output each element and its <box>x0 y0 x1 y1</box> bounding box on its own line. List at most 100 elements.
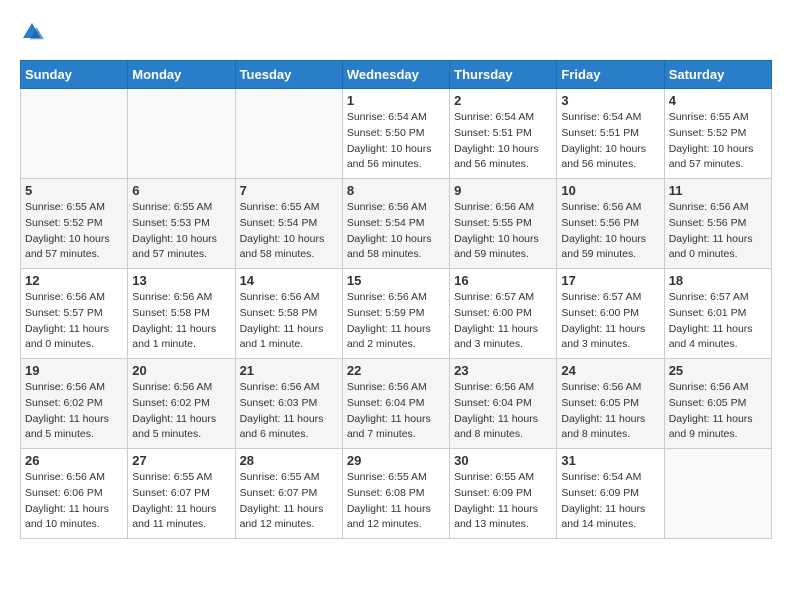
day-info: Sunrise: 6:56 AMSunset: 6:02 PMDaylight:… <box>132 380 230 443</box>
header-cell-wednesday: Wednesday <box>342 61 449 89</box>
week-row-3: 12 Sunrise: 6:56 AMSunset: 5:57 PMDayligh… <box>21 269 772 359</box>
day-number: 13 <box>132 273 230 288</box>
day-info: Sunrise: 6:54 AMSunset: 5:51 PMDaylight:… <box>454 110 552 173</box>
day-cell: 22 Sunrise: 6:56 AMSunset: 6:04 PMDayligh… <box>342 359 449 449</box>
day-info: Sunrise: 6:56 AMSunset: 6:05 PMDaylight:… <box>561 380 659 443</box>
day-info: Sunrise: 6:54 AMSunset: 6:09 PMDaylight:… <box>561 470 659 533</box>
header-cell-friday: Friday <box>557 61 664 89</box>
day-number: 10 <box>561 183 659 198</box>
day-cell: 2 Sunrise: 6:54 AMSunset: 5:51 PMDaylight… <box>450 89 557 179</box>
day-number: 18 <box>669 273 767 288</box>
day-cell: 24 Sunrise: 6:56 AMSunset: 6:05 PMDayligh… <box>557 359 664 449</box>
day-cell: 9Sunrise: 6:56 AMSunset: 5:55 PMDaylight… <box>450 179 557 269</box>
day-cell: 13Sunrise: 6:56 AMSunset: 5:58 PMDayligh… <box>128 269 235 359</box>
day-cell: 21 Sunrise: 6:56 AMSunset: 6:03 PMDayligh… <box>235 359 342 449</box>
day-info: Sunrise: 6:56 AMSunset: 6:02 PMDaylight:… <box>25 380 123 443</box>
week-row-4: 19 Sunrise: 6:56 AMSunset: 6:02 PMDayligh… <box>21 359 772 449</box>
day-info: Sunrise: 6:56 AMSunset: 5:56 PMDaylight:… <box>669 200 767 263</box>
day-cell: 28Sunrise: 6:55 AMSunset: 6:07 PMDayligh… <box>235 449 342 539</box>
day-number: 26 <box>25 453 123 468</box>
header-cell-tuesday: Tuesday <box>235 61 342 89</box>
day-cell: 31 Sunrise: 6:54 AMSunset: 6:09 PMDayligh… <box>557 449 664 539</box>
day-cell: 16 Sunrise: 6:57 AMSunset: 6:00 PMDayligh… <box>450 269 557 359</box>
day-info: Sunrise: 6:54 AMSunset: 5:50 PMDaylight:… <box>347 110 445 173</box>
day-number: 24 <box>561 363 659 378</box>
header-cell-sunday: Sunday <box>21 61 128 89</box>
day-info: Sunrise: 6:56 AMSunset: 6:06 PMDaylight:… <box>25 470 123 533</box>
day-cell: 17 Sunrise: 6:57 AMSunset: 6:00 PMDayligh… <box>557 269 664 359</box>
day-cell: 11 Sunrise: 6:56 AMSunset: 5:56 PMDayligh… <box>664 179 771 269</box>
day-info: Sunrise: 6:56 AMSunset: 5:54 PMDaylight:… <box>347 200 445 263</box>
day-info: Sunrise: 6:56 AMSunset: 6:04 PMDaylight:… <box>454 380 552 443</box>
day-info: Sunrise: 6:55 AMSunset: 5:52 PMDaylight:… <box>669 110 767 173</box>
day-info: Sunrise: 6:57 AMSunset: 6:00 PMDaylight:… <box>561 290 659 353</box>
day-cell: 14 Sunrise: 6:56 AMSunset: 5:58 PMDayligh… <box>235 269 342 359</box>
day-info: Sunrise: 6:55 AMSunset: 5:52 PMDaylight:… <box>25 200 123 263</box>
header-cell-thursday: Thursday <box>450 61 557 89</box>
day-cell <box>235 89 342 179</box>
page-header <box>20 20 772 44</box>
day-cell: 25 Sunrise: 6:56 AMSunset: 6:05 PMDayligh… <box>664 359 771 449</box>
day-info: Sunrise: 6:55 AMSunset: 6:08 PMDaylight:… <box>347 470 445 533</box>
day-cell: 4 Sunrise: 6:55 AMSunset: 5:52 PMDaylight… <box>664 89 771 179</box>
day-info: Sunrise: 6:55 AMSunset: 6:07 PMDaylight:… <box>240 470 338 533</box>
day-number: 3 <box>561 93 659 108</box>
day-info: Sunrise: 6:56 AMSunset: 5:58 PMDaylight:… <box>240 290 338 353</box>
day-info: Sunrise: 6:55 AMSunset: 5:53 PMDaylight:… <box>132 200 230 263</box>
calendar-table: SundayMondayTuesdayWednesdayThursdayFrid… <box>20 60 772 539</box>
day-number: 1 <box>347 93 445 108</box>
day-cell: 5 Sunrise: 6:55 AMSunset: 5:52 PMDaylight… <box>21 179 128 269</box>
day-number: 15 <box>347 273 445 288</box>
day-cell: 1 Sunrise: 6:54 AMSunset: 5:50 PMDaylight… <box>342 89 449 179</box>
day-info: Sunrise: 6:56 AMSunset: 5:56 PMDaylight:… <box>561 200 659 263</box>
day-cell: 19 Sunrise: 6:56 AMSunset: 6:02 PMDayligh… <box>21 359 128 449</box>
week-row-1: 1 Sunrise: 6:54 AMSunset: 5:50 PMDaylight… <box>21 89 772 179</box>
day-number: 5 <box>25 183 123 198</box>
day-cell <box>664 449 771 539</box>
header-row: SundayMondayTuesdayWednesdayThursdayFrid… <box>21 61 772 89</box>
day-number: 4 <box>669 93 767 108</box>
week-row-2: 5 Sunrise: 6:55 AMSunset: 5:52 PMDaylight… <box>21 179 772 269</box>
day-cell: 23 Sunrise: 6:56 AMSunset: 6:04 PMDayligh… <box>450 359 557 449</box>
day-number: 2 <box>454 93 552 108</box>
day-number: 27 <box>132 453 230 468</box>
week-row-5: 26 Sunrise: 6:56 AMSunset: 6:06 PMDayligh… <box>21 449 772 539</box>
day-info: Sunrise: 6:57 AMSunset: 6:00 PMDaylight:… <box>454 290 552 353</box>
logo-icon <box>20 20 44 44</box>
day-number: 17 <box>561 273 659 288</box>
day-number: 29 <box>347 453 445 468</box>
day-cell: 7 Sunrise: 6:55 AMSunset: 5:54 PMDaylight… <box>235 179 342 269</box>
day-info: Sunrise: 6:56 AMSunset: 6:03 PMDaylight:… <box>240 380 338 443</box>
day-info: Sunrise: 6:56 AMSunset: 5:57 PMDaylight:… <box>25 290 123 353</box>
day-number: 21 <box>240 363 338 378</box>
day-cell: 18 Sunrise: 6:57 AMSunset: 6:01 PMDayligh… <box>664 269 771 359</box>
day-number: 9 <box>454 183 552 198</box>
day-info: Sunrise: 6:55 AMSunset: 6:09 PMDaylight:… <box>454 470 552 533</box>
day-number: 25 <box>669 363 767 378</box>
day-cell: 3 Sunrise: 6:54 AMSunset: 5:51 PMDaylight… <box>557 89 664 179</box>
day-cell: 8 Sunrise: 6:56 AMSunset: 5:54 PMDaylight… <box>342 179 449 269</box>
day-info: Sunrise: 6:55 AMSunset: 5:54 PMDaylight:… <box>240 200 338 263</box>
day-cell: 26 Sunrise: 6:56 AMSunset: 6:06 PMDayligh… <box>21 449 128 539</box>
day-number: 30 <box>454 453 552 468</box>
day-number: 19 <box>25 363 123 378</box>
day-number: 22 <box>347 363 445 378</box>
day-info: Sunrise: 6:54 AMSunset: 5:51 PMDaylight:… <box>561 110 659 173</box>
day-number: 8 <box>347 183 445 198</box>
day-cell: 29 Sunrise: 6:55 AMSunset: 6:08 PMDayligh… <box>342 449 449 539</box>
day-number: 14 <box>240 273 338 288</box>
day-number: 16 <box>454 273 552 288</box>
day-cell: 27Sunrise: 6:55 AMSunset: 6:07 PMDayligh… <box>128 449 235 539</box>
header-cell-saturday: Saturday <box>664 61 771 89</box>
day-number: 12 <box>25 273 123 288</box>
day-info: Sunrise: 6:56 AMSunset: 6:05 PMDaylight:… <box>669 380 767 443</box>
day-info: Sunrise: 6:56 AMSunset: 5:59 PMDaylight:… <box>347 290 445 353</box>
header-cell-monday: Monday <box>128 61 235 89</box>
day-info: Sunrise: 6:57 AMSunset: 6:01 PMDaylight:… <box>669 290 767 353</box>
day-number: 11 <box>669 183 767 198</box>
day-number: 23 <box>454 363 552 378</box>
day-number: 31 <box>561 453 659 468</box>
day-info: Sunrise: 6:56 AMSunset: 6:04 PMDaylight:… <box>347 380 445 443</box>
day-cell: 30 Sunrise: 6:55 AMSunset: 6:09 PMDayligh… <box>450 449 557 539</box>
day-number: 7 <box>240 183 338 198</box>
